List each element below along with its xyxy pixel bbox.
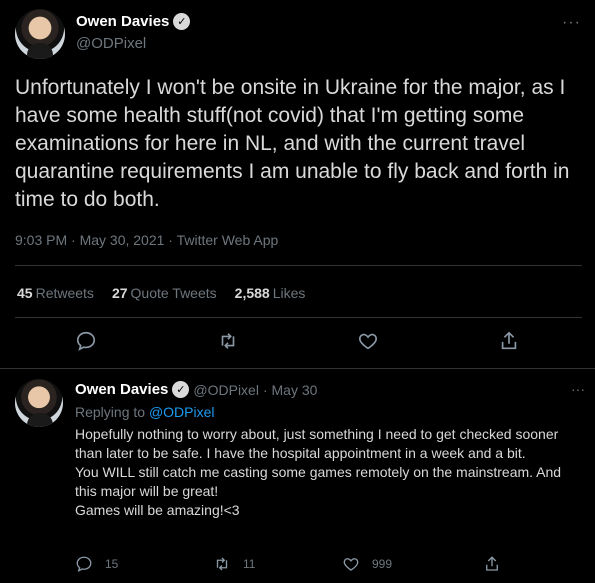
reply-text: Hopefully nothing to worry about, just s… [75, 426, 562, 518]
tweet-actions [0, 330, 595, 356]
tweet-stats: 45 Retweets 27 Quote Tweets 2,588 Likes [17, 285, 305, 301]
reply-count: 15 [105, 557, 119, 571]
reply-icon[interactable] [75, 555, 93, 573]
likes-stat[interactable]: 2,588 Likes [235, 285, 306, 301]
like-icon[interactable] [342, 555, 360, 573]
verified-icon: ✓ [173, 13, 191, 30]
verified-icon: ✓ [172, 381, 190, 398]
divider [15, 317, 582, 318]
retweet-icon[interactable] [217, 330, 239, 352]
divider [0, 368, 595, 369]
tweet-meta[interactable]: 9:03 PM · May 30, 2021 · Twitter Web App [15, 232, 278, 248]
mention-link[interactable]: @ODPixel [149, 404, 215, 420]
reply-header: Owen Davies ✓ @ODPixel · May 30 [75, 381, 585, 398]
reply-actions: 15 11 999 [75, 555, 575, 575]
retweet-count: 11 [243, 557, 256, 571]
tweet-date[interactable]: · May 30 [263, 382, 317, 398]
author-block: Owen Davies ✓ @ODPixel [76, 13, 191, 52]
like-action[interactable]: 999 [342, 555, 392, 573]
share-icon[interactable] [498, 330, 520, 352]
like-icon[interactable] [357, 330, 379, 352]
replying-to: Replying to @ODPixel [75, 404, 585, 420]
reply-action[interactable]: 15 [75, 555, 118, 573]
avatar[interactable] [15, 379, 63, 427]
retweet-action[interactable]: 11 [213, 555, 255, 573]
author-handle[interactable]: @ODPixel [193, 382, 259, 398]
author-handle[interactable]: @ODPixel [76, 35, 190, 52]
retweets-stat[interactable]: 45 Retweets [17, 285, 94, 301]
avatar[interactable] [15, 9, 65, 59]
more-options-icon[interactable]: ··· [571, 381, 585, 397]
tweet-header: Owen Davies ✓ @ODPixel ··· [15, 8, 585, 60]
author-name[interactable]: Owen Davies [75, 381, 168, 398]
replying-label: Replying to [75, 404, 146, 420]
like-count: 999 [372, 557, 393, 571]
share-icon[interactable] [483, 555, 501, 573]
author-name[interactable]: Owen Davies [76, 13, 169, 30]
divider [15, 265, 582, 266]
retweet-icon[interactable] [213, 555, 231, 573]
reply-body: Owen Davies ✓ @ODPixel · May 30 Replying… [75, 381, 585, 520]
tweet-text: Unfortunately I won't be onsite in Ukrai… [15, 76, 570, 211]
share-action[interactable] [483, 555, 501, 573]
more-options-icon[interactable]: ··· [562, 14, 581, 32]
quote-tweets-stat[interactable]: 27 Quote Tweets [112, 285, 217, 301]
reply-icon[interactable] [75, 330, 97, 352]
